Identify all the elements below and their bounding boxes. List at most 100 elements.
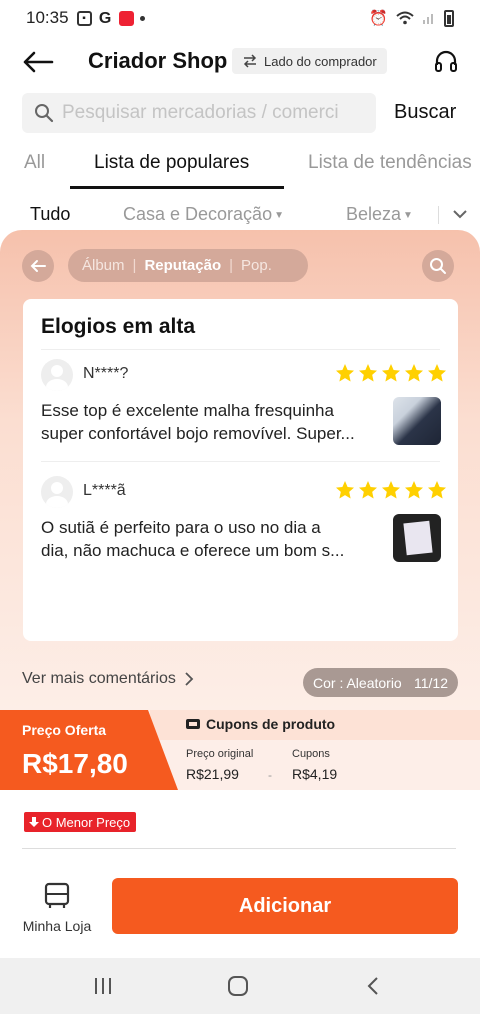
star-icon [428,481,446,499]
review-photo[interactable] [393,514,441,562]
status-time: 10:35 [26,8,69,27]
status-bar: 10:35 ▪ G ⏰ [0,0,480,36]
customer-support-button[interactable] [428,44,464,80]
chevron-down-icon [453,210,467,219]
rating-stars [335,480,447,500]
signal-icon [423,14,433,24]
shop-app-notification-icon [118,10,134,26]
review-divider [41,461,440,462]
buyer-side-label: Lado do comprador [264,53,377,69]
category-filter: Tudo Casa e Decoração ▼ Beleza ▼ [0,196,480,234]
category-all[interactable]: Tudo [30,204,70,225]
color-variant-chip[interactable]: Cor : Aleatorio 11/12 [303,668,458,697]
review-text-line: dia, não machuca e oferece um bom s... [41,541,345,560]
review-item[interactable]: L****ã O sutiã é perfeito para o uso no … [41,476,446,586]
google-notification-icon: G [98,9,112,27]
search-row: Buscar [0,93,480,133]
rating-stars [335,363,447,383]
my-store-label: Minha Loja [22,918,92,934]
home-button[interactable] [223,974,253,998]
more-notifications-icon [139,15,145,21]
star-icon [336,364,354,382]
my-store-button[interactable]: Minha Loja [22,882,92,934]
search-box[interactable] [22,93,376,133]
category-beauty-label: Beleza [346,204,402,224]
star-icon [428,364,446,382]
battery-icon [444,9,454,27]
gallery-notification-icon: ▪ [76,10,92,26]
system-navigation-bar [0,958,480,1014]
page-title: Criador Shop [88,48,228,73]
back-button[interactable] [20,44,56,80]
category-beauty[interactable]: Beleza ▼ [346,204,413,225]
original-price-label: Preço original [186,748,254,760]
product-coupons-header[interactable]: Cupons de produto [186,716,335,732]
segment-reputation[interactable]: Reputação [144,257,221,274]
arrow-left-icon [23,51,54,73]
star-icon [336,481,354,499]
home-icon [228,976,248,996]
system-icons: ⏰ [369,9,454,27]
review-photo[interactable] [393,397,441,445]
ranking-tabs: All Lista de populares Lista de tendênci… [0,140,480,190]
recent-apps-icon [95,978,111,994]
star-icon [359,481,377,499]
star-icon [382,364,400,382]
panel-search-button[interactable] [422,250,454,282]
tab-all[interactable]: All [24,152,45,174]
tab-trending-list[interactable]: Lista de tendências [308,152,472,174]
search-button[interactable]: Buscar [394,101,456,124]
category-home-decor-label: Casa e Decoração [123,204,273,224]
panel-back-button[interactable] [22,250,54,282]
caret-down-icon: ▼ [403,209,413,221]
segment-separator: | [132,257,137,274]
review-text-line: Esse top é excelente malha fresquinha [41,401,334,420]
arrow-down-icon [29,817,39,827]
tab-popular-list[interactable]: Lista de populares [94,152,249,174]
star-icon [359,364,377,382]
category-home-decor[interactable]: Casa e Decoração ▼ [123,204,284,225]
review-text-line: super confortável bojo removível. Super.… [41,424,355,443]
alarm-icon: ⏰ [369,10,388,27]
expand-categories-button[interactable] [450,204,470,224]
review-text: Esse top é excelente malha fresquinha su… [41,399,381,445]
reviews-card: Elogios em alta N****? Esse top é excele… [23,299,458,641]
notification-icons: ▪ G [76,9,145,27]
lowest-price-label: O Menor Preço [42,814,131,830]
review-text: O sutiã é perfeito para o uso no dia a d… [41,516,381,562]
category-all-label: Tudo [30,204,71,224]
reputation-panel: Álbum | Reputação | Pop. Elogios em alta… [0,230,480,710]
reviewer-name: L****ã [83,482,126,499]
segment-album[interactable]: Álbum [82,257,125,274]
image-counter: 11/12 [414,674,448,691]
segment-separator: | [229,257,234,274]
review-text-line: O sutiã é perfeito para o uso no dia a [41,518,321,537]
recent-apps-button[interactable] [88,974,118,998]
swap-icon [243,54,257,68]
buyer-side-toggle[interactable]: Lado do comprador [232,48,387,74]
price-bar: Preço Oferta R$17,80 Cupons de produto P… [0,710,480,790]
chevron-left-icon [367,977,378,995]
avatar [41,476,73,508]
color-variant-label: Cor : Aleatorio [313,674,402,691]
system-back-button[interactable] [358,974,388,998]
offer-price-value: R$17,80 [22,748,128,779]
header: Criador Shop Lado do comprador [0,38,480,86]
reviews-card-title: Elogios em alta [41,315,196,338]
minus-sign: - [268,768,272,782]
search-input[interactable] [62,102,362,124]
search-icon [35,104,54,123]
product-coupons-title: Cupons de produto [206,716,336,732]
ticket-icon [186,719,200,729]
store-icon [44,882,70,908]
active-tab-indicator [70,186,284,189]
original-price-value: R$21,99 [186,766,239,782]
arrow-left-icon [30,260,46,272]
review-item[interactable]: N****? Esse top é excelente malha fresqu… [41,359,446,469]
card-divider [41,349,440,350]
add-button[interactable]: Adicionar [112,878,458,934]
see-more-comments-link[interactable]: Ver mais comentários [22,670,194,688]
segment-popularity[interactable]: Pop. [241,257,272,274]
offer-price-label: Preço Oferta [22,722,107,738]
star-icon [382,481,400,499]
